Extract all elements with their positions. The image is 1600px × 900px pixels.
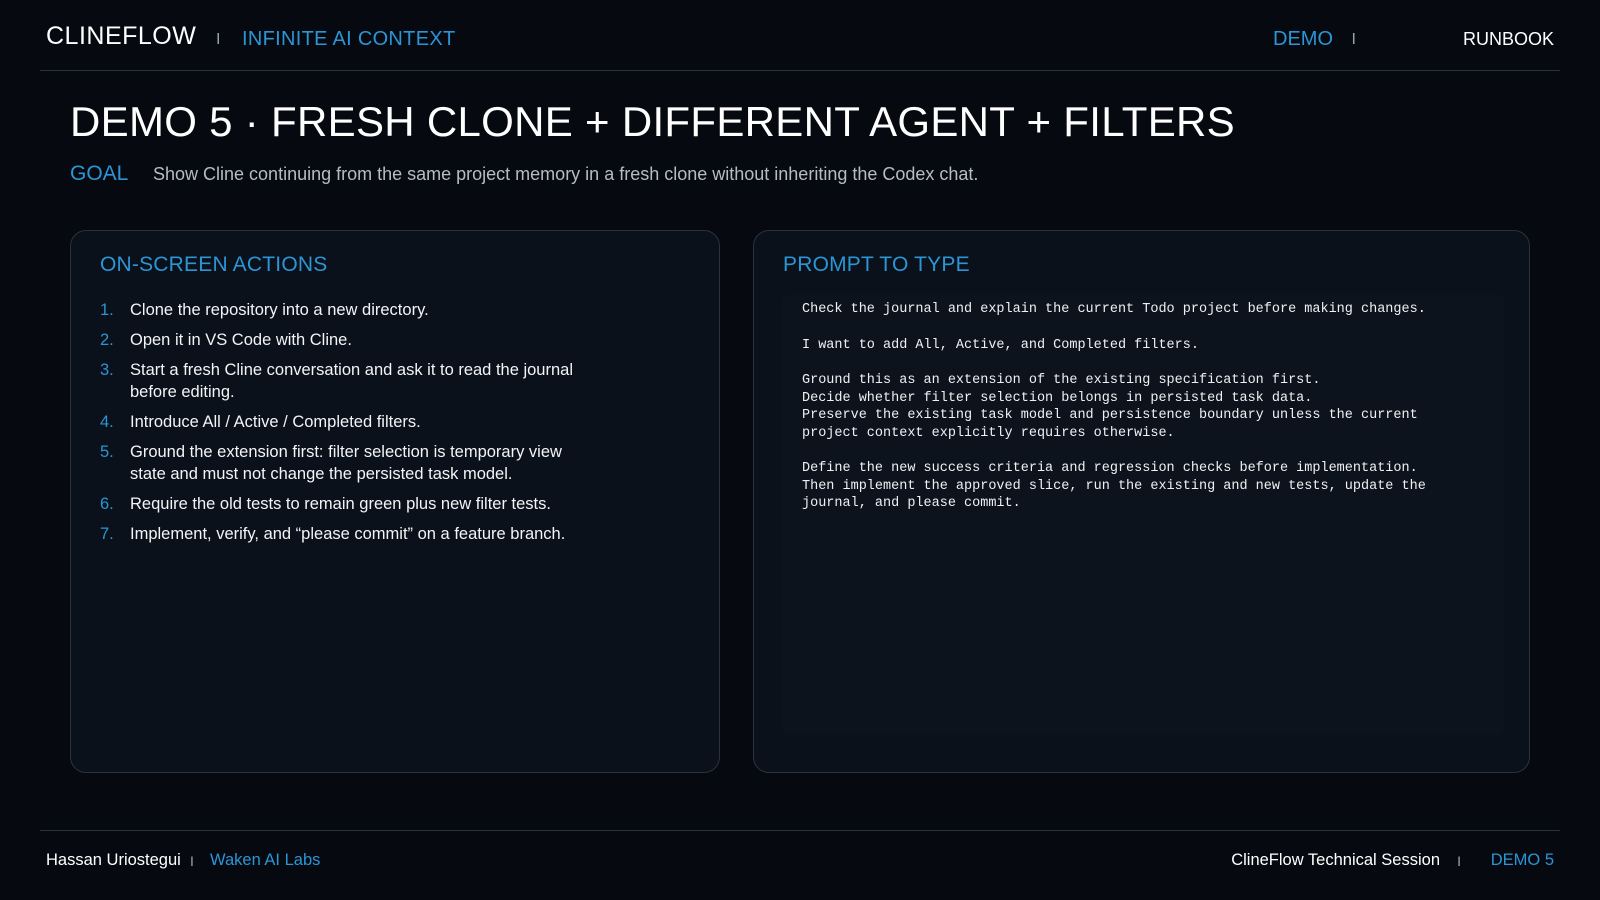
header-tagline: INFINITE AI CONTEXT [242,28,456,50]
action-step: 5. Ground the extension first: filter sel… [100,441,600,485]
action-step: 3. Start a fresh Cline conversation and a… [100,359,600,403]
prompt-line: Check the journal and explain the curren… [802,302,1426,317]
prompt-line: I want to add All, Active, and Completed… [802,337,1199,353]
nav-link-demo[interactable]: DEMO [1273,28,1333,51]
prompt-line: Decide whether filter selection belongs … [802,390,1313,406]
actions-panel-title: ON-SCREEN ACTIONS [100,253,328,276]
step-text: Require the old tests to remain green pl… [130,495,551,513]
prompt-line: Ground this as an extension of the exist… [802,373,1321,388]
action-step: 4. Introduce All / Active / Completed fil… [100,411,600,433]
step-number: 1. [100,301,114,319]
step-text: Implement, verify, and “please commit” o… [130,525,566,543]
step-number: 4. [100,413,114,431]
nav-separator: I [1351,31,1356,48]
action-step: 7. Implement, verify, and “please commit”… [100,523,620,545]
step-text: Start a fresh Cline conversation and ask… [130,361,573,401]
actions-panel: ON-SCREEN ACTIONS 1. Clone the repository… [70,230,720,773]
action-step: 2. Open it in VS Code with Cline. [100,329,600,351]
step-number: 5. [100,443,114,461]
goal-text: Show Cline continuing from the same proj… [153,164,979,184]
page-title: DEMO 5 · FRESH CLONE + DIFFERENT AGENT +… [70,98,1235,145]
prompt-line: journal, and please commit. [802,496,1021,511]
footer-bar: Hassan Uriostegui I Waken AI Labs ClineF… [40,830,1560,891]
brand-logo-text: CLINEFLOW [46,22,197,50]
presenter-name: Hassan Uriostegui [46,851,181,869]
step-number: 3. [100,361,114,379]
step-text: Ground the extension first: filter selec… [130,443,562,483]
footer-demo-label: DEMO 5 [1490,851,1554,869]
prompt-panel-title: PROMPT TO TYPE [783,253,970,276]
prompt-blank-line [802,319,1484,337]
prompt-panel: PROMPT TO TYPE Check the journal and exp… [753,230,1530,773]
prompt-blank-line [802,354,1484,372]
prompt-line: project context explicitly requires othe… [802,425,1175,441]
step-text: Clone the repository into a new director… [130,301,429,319]
prompt-code-block[interactable]: Check the journal and explain the curren… [782,295,1504,735]
step-number: 2. [100,331,114,349]
presenter-org: Waken AI Labs [210,851,321,869]
nav-link-runbook[interactable]: RUNBOOK [1463,29,1554,50]
footer-separator: I [1457,853,1461,869]
slide: CLINEFLOW I INFINITE AI CONTEXT DEMO I R… [0,0,1600,900]
action-step: 1. Clone the repository into a new direct… [100,299,600,321]
header-separator: I [216,31,221,48]
session-name: ClineFlow Technical Session [1231,851,1440,869]
action-step: 6. Require the old tests to remain green … [100,493,600,515]
prompt-line: Then implement the approved slice, run t… [802,478,1426,494]
step-text: Open it in VS Code with Cline. [130,331,352,349]
footer-separator: I [190,853,194,869]
step-number: 6. [100,495,114,513]
step-number: 7. [100,525,114,543]
goal-label: GOAL [70,162,129,185]
header-bar: CLINEFLOW I INFINITE AI CONTEXT DEMO I R… [40,0,1560,71]
step-text: Introduce All / Active / Completed filte… [130,413,421,431]
prompt-line: Preserve the existing task model and per… [802,408,1418,423]
actions-list: 1. Clone the repository into a new direct… [100,299,600,553]
prompt-line: Define the new success criteria and regr… [802,461,1418,476]
prompt-blank-line [802,442,1484,460]
